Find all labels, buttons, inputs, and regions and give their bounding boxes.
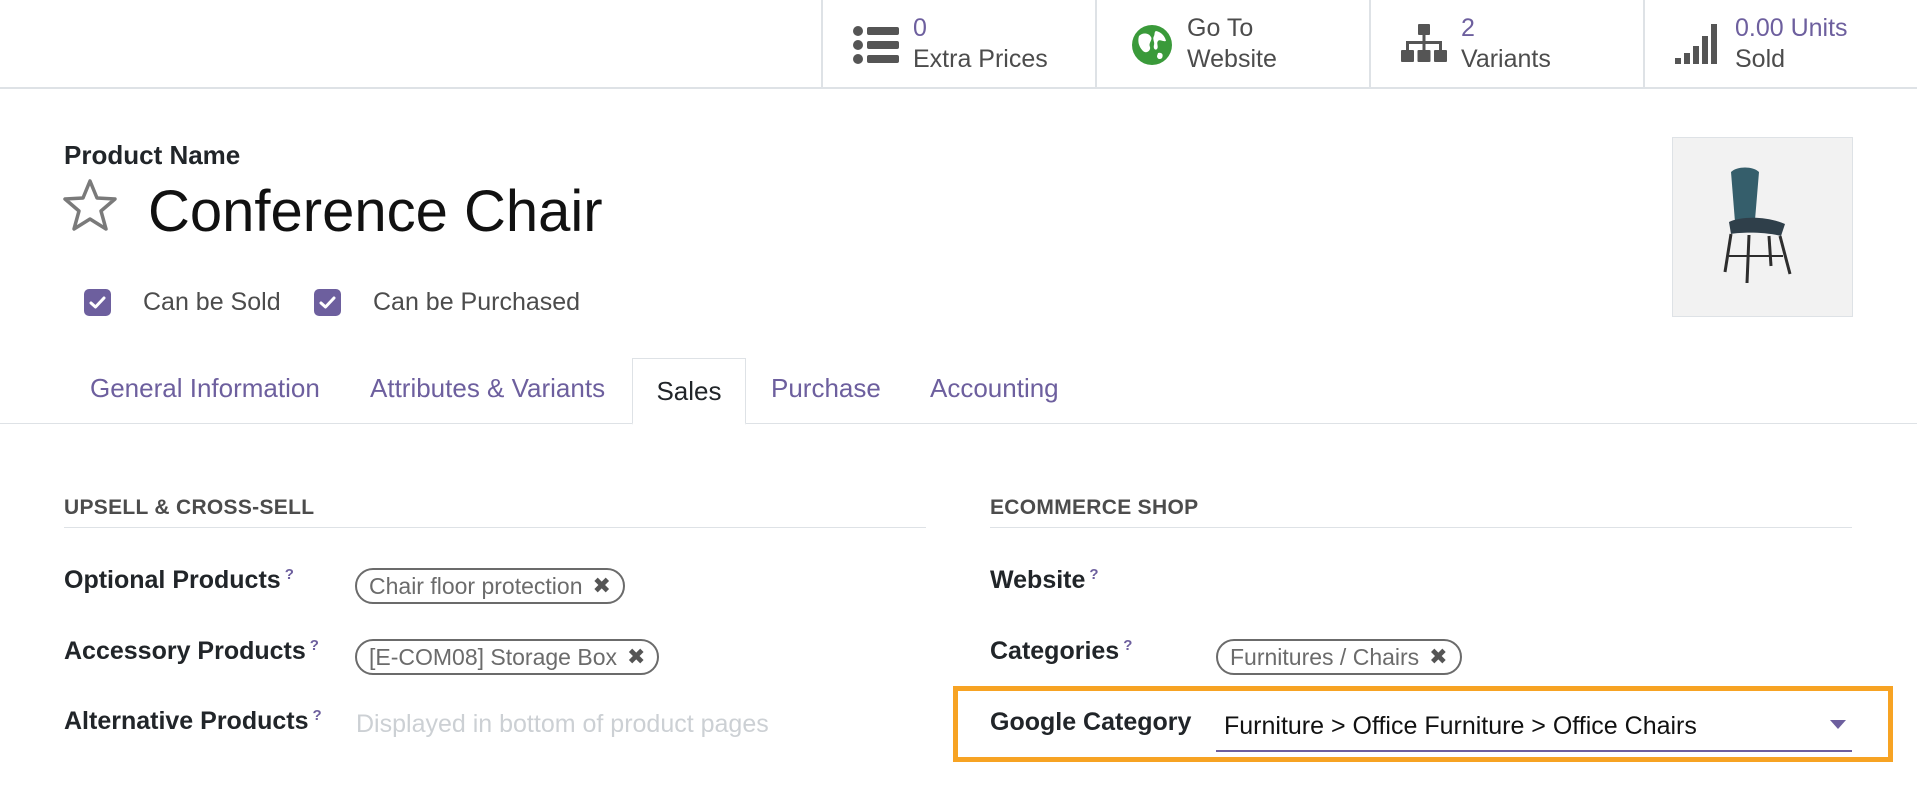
product-image[interactable] (1672, 137, 1853, 317)
checkmark-icon (319, 296, 336, 308)
upsell-group-divider (64, 527, 926, 528)
sold-label: Sold (1735, 45, 1786, 73)
tabs-divider (0, 423, 1917, 424)
smart-button-bar: 0 Extra Prices Go To Website 2 Variants (0, 0, 1917, 89)
favorite-star-icon[interactable] (62, 178, 118, 234)
product-name-caption: Product Name (64, 140, 241, 170)
checkmark-icon (89, 296, 106, 308)
signal-bars-icon (1675, 24, 1717, 64)
can-be-sold-label: Can be Sold (143, 288, 281, 316)
go-to-label: Go To (1187, 14, 1254, 42)
caret-down-icon[interactable] (1830, 720, 1846, 729)
google-category-select[interactable]: Furniture > Office Furniture > Office Ch… (1216, 706, 1852, 752)
variants-count: 2 (1461, 14, 1475, 42)
extra-prices-label: Extra Prices (913, 45, 1048, 73)
tab-purchase[interactable]: Purchase (771, 373, 881, 404)
category-tag: Furnitures / Chairs ✖ (1216, 639, 1462, 675)
list-icon (853, 26, 899, 64)
ecommerce-group-divider (990, 527, 1852, 528)
help-tooltip-icon[interactable]: ? (285, 566, 294, 583)
sitemap-icon (1401, 24, 1447, 62)
can-be-purchased-row: Can be Purchased (314, 288, 580, 317)
optional-products-label: Optional Products? (64, 566, 294, 594)
google-category-label: Google Category (990, 708, 1192, 736)
help-tooltip-icon[interactable]: ? (313, 707, 322, 724)
chair-image (1723, 167, 1792, 284)
help-tooltip-icon[interactable]: ? (310, 637, 319, 654)
tab-sales[interactable]: Sales (632, 358, 746, 425)
website-label: Website (1187, 45, 1277, 73)
categories-label: Categories? (990, 637, 1133, 665)
variants-label: Variants (1461, 45, 1551, 73)
units-sold-button[interactable]: 0.00 Units Sold (1643, 0, 1917, 87)
can-be-sold-checkbox[interactable] (84, 289, 111, 316)
optional-product-tag: Chair floor protection ✖ (355, 568, 625, 604)
tab-accounting[interactable]: Accounting (930, 373, 1059, 404)
website-field-label: Website? (990, 566, 1099, 594)
go-to-website-button[interactable]: Go To Website (1095, 0, 1369, 87)
help-tooltip-icon[interactable]: ? (1089, 566, 1098, 583)
can-be-purchased-label: Can be Purchased (373, 288, 581, 316)
globe-icon (1132, 25, 1172, 65)
ecommerce-group-title: ECOMMERCE SHOP (990, 496, 1199, 519)
help-tooltip-icon[interactable]: ? (1123, 637, 1132, 654)
accessory-products-label: Accessory Products? (64, 637, 319, 665)
google-category-value: Furniture > Office Furniture > Office Ch… (1224, 712, 1697, 740)
extra-prices-button[interactable]: 0 Extra Prices (821, 0, 1095, 87)
upsell-group-title: UPSELL & CROSS-SELL (64, 496, 315, 519)
can-be-purchased-checkbox[interactable] (314, 289, 341, 316)
remove-tag-icon[interactable]: ✖ (593, 573, 611, 599)
alternative-products-input[interactable]: Displayed in bottom of product pages (356, 710, 769, 739)
product-name-field[interactable]: Conference Chair (148, 176, 603, 248)
tab-attributes-variants[interactable]: Attributes & Variants (370, 373, 605, 404)
accessory-product-tag: [E-COM08] Storage Box ✖ (355, 639, 660, 675)
alternative-products-label: Alternative Products? (64, 707, 322, 735)
tab-general-information[interactable]: General Information (90, 373, 320, 404)
remove-tag-icon[interactable]: ✖ (1429, 644, 1447, 670)
variants-button[interactable]: 2 Variants (1369, 0, 1643, 87)
units-sold-value: 0.00 Units (1735, 14, 1848, 42)
can-be-sold-row: Can be Sold (84, 288, 281, 317)
extra-prices-count: 0 (913, 14, 927, 42)
remove-tag-icon[interactable]: ✖ (627, 644, 645, 670)
